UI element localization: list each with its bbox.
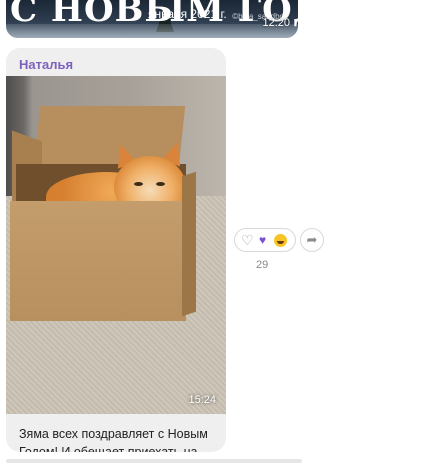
- banner-date: января 2021 г.: [148, 7, 227, 21]
- reaction-count: 29: [256, 259, 269, 271]
- purple-heart-icon[interactable]: ♥: [259, 234, 271, 246]
- heart-outline-icon[interactable]: ♡: [241, 233, 255, 247]
- message-time: 15:24: [188, 394, 216, 406]
- reactions-bar: ♡ ♥ ➦: [234, 228, 326, 252]
- message-bubble[interactable]: Наталья 15:24 Зяма всех поздравляет с Но…: [6, 48, 226, 452]
- box-front: [10, 201, 186, 321]
- cat-right-eye: [156, 182, 165, 186]
- share-icon: ➦: [306, 232, 318, 247]
- cat-in-box-photo[interactable]: 15:24: [6, 76, 226, 414]
- reactions-pill[interactable]: ♡ ♥: [234, 228, 296, 252]
- sender-name[interactable]: Наталья: [19, 57, 73, 72]
- previous-message-image[interactable]: С НОВЫМ ГОДОМ января 2021 г. ©bina_sandb…: [6, 0, 298, 38]
- next-message-edge: [6, 459, 302, 463]
- box-side: [182, 171, 196, 317]
- share-button[interactable]: ➦: [300, 228, 324, 252]
- message-time: 12:20: [262, 17, 290, 29]
- laughing-emoji-icon[interactable]: [274, 234, 287, 247]
- cat-left-eye: [134, 182, 143, 186]
- message-caption: Зяма всех поздравляет с Новым Годом! И о…: [19, 427, 208, 452]
